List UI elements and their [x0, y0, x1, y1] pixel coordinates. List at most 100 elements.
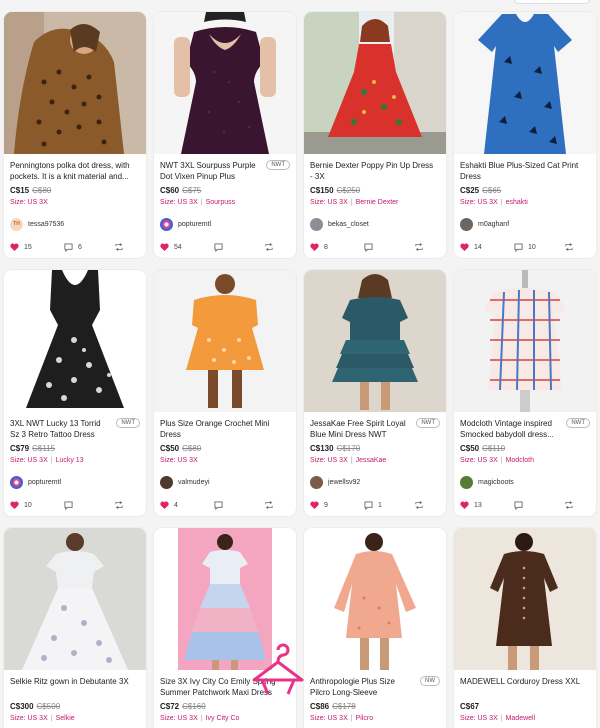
listing-card[interactable]: Modcloth Vintage inspired Smocked babydo…: [454, 270, 596, 516]
listing-card[interactable]: Anthropologie Plus Size Pilcro Long-Slee…: [304, 528, 446, 728]
sort-pill[interactable]: [514, 0, 590, 4]
listing-image[interactable]: [454, 270, 596, 412]
listing-price: C$79: [10, 444, 30, 453]
listing-size[interactable]: Size: US 3X: [310, 199, 348, 206]
listing-image[interactable]: [4, 12, 146, 154]
listing-title[interactable]: Penningtons polka dot dress, with pocket…: [10, 160, 140, 182]
like-button[interactable]: 10: [10, 501, 64, 509]
listing-card[interactable]: JessaKae Free Spirit Loyal Blue Mini Dre…: [304, 270, 446, 516]
listing-brand[interactable]: Bernie Dexter: [356, 199, 399, 206]
seller-name[interactable]: valmudeyi: [178, 479, 210, 486]
listing-image[interactable]: [4, 270, 146, 412]
comment-button[interactable]: [514, 500, 564, 510]
comment-icon: [364, 500, 373, 510]
comment-button[interactable]: [364, 242, 414, 252]
listing-size[interactable]: Size: US 3X: [310, 715, 348, 722]
avatar[interactable]: [10, 475, 23, 489]
listing-size[interactable]: Size: US 3X: [160, 715, 198, 722]
avatar[interactable]: [160, 475, 173, 489]
seller-name[interactable]: bekas_closet: [328, 221, 369, 228]
listing-brand[interactable]: Modcloth: [506, 457, 534, 464]
avatar[interactable]: [160, 217, 173, 231]
listing-card[interactable]: MADEWELL Corduroy Dress XXL C$67 Size: U…: [454, 528, 596, 728]
listing-image[interactable]: [154, 12, 296, 154]
listing-original-price: C$500: [36, 702, 61, 711]
share-button[interactable]: [414, 501, 424, 509]
listing-size[interactable]: Size: US 3X: [10, 715, 48, 722]
meta-separator: |: [350, 457, 353, 464]
listing-title[interactable]: Eshakti Blue Plus-Sized Cat Print Dress: [460, 160, 590, 182]
listing-image[interactable]: [304, 12, 446, 154]
listing-size[interactable]: Size: US 3X: [160, 457, 198, 464]
like-button[interactable]: 15: [10, 243, 64, 251]
listing-brand[interactable]: Selkie: [56, 715, 75, 722]
listing-card[interactable]: Eshakti Blue Plus-Sized Cat Print Dress …: [454, 12, 596, 258]
like-button[interactable]: 13: [460, 501, 514, 509]
listing-image[interactable]: [454, 528, 596, 670]
listing-size[interactable]: Size: US 3X: [460, 715, 498, 722]
listing-title[interactable]: Plus Size Orange Crochet Mini Dress: [160, 418, 290, 440]
avatar[interactable]: [460, 475, 473, 489]
meta-separator: |: [50, 715, 53, 722]
listing-card[interactable]: Penningtons polka dot dress, with pocket…: [4, 12, 146, 258]
listing-image[interactable]: [154, 270, 296, 412]
listing-size[interactable]: Size: US 3X: [10, 199, 48, 206]
listing-size[interactable]: Size: US 3X: [10, 457, 48, 464]
listing-title[interactable]: Selkie Ritz gown in Debutante 3X: [10, 676, 140, 698]
listing-size[interactable]: Size: US 3X: [160, 199, 198, 206]
share-button[interactable]: [264, 501, 274, 509]
listing-brand[interactable]: eshakti: [506, 199, 528, 206]
share-button[interactable]: [564, 501, 574, 509]
seller-name[interactable]: popturemtl: [178, 221, 211, 228]
listing-card[interactable]: 3XL NWT Lucky 13 Torrid Sz 3 Retro Tatto…: [4, 270, 146, 516]
listing-image[interactable]: [304, 528, 446, 670]
share-button[interactable]: [414, 243, 424, 251]
share-button[interactable]: [264, 243, 274, 251]
listing-brand[interactable]: Pilcro: [356, 715, 374, 722]
listing-brand[interactable]: Lucky 13: [56, 457, 84, 464]
like-button[interactable]: 14: [460, 243, 514, 251]
listing-card[interactable]: Selkie Ritz gown in Debutante 3X C$300 C$…: [4, 528, 146, 728]
comment-button[interactable]: [214, 242, 264, 252]
share-button[interactable]: [114, 243, 124, 251]
listing-card[interactable]: Bernie Dexter Poppy Pin Up Dress - 3X C$…: [304, 12, 446, 258]
listing-image[interactable]: [4, 528, 146, 670]
listing-size[interactable]: Size: US 3X: [310, 457, 348, 464]
listing-brand[interactable]: JessaKae: [356, 457, 387, 464]
listing-image[interactable]: [304, 270, 446, 412]
avatar[interactable]: [460, 217, 473, 231]
listing-title[interactable]: MADEWELL Corduroy Dress XXL: [460, 676, 590, 698]
meta-separator: |: [350, 199, 353, 206]
listing-brand[interactable]: Sourpuss: [206, 199, 236, 206]
like-count: 10: [24, 501, 32, 509]
share-button[interactable]: [564, 243, 574, 251]
comment-button[interactable]: [214, 500, 264, 510]
listing-image[interactable]: [454, 12, 596, 154]
seller-name[interactable]: magicboots: [478, 479, 514, 486]
like-button[interactable]: 4: [160, 501, 214, 509]
seller-name[interactable]: popturemtl: [28, 479, 61, 486]
comment-button[interactable]: 10: [514, 242, 564, 252]
comment-button[interactable]: 1: [364, 500, 414, 510]
seller-name[interactable]: jewellsv92: [328, 479, 360, 486]
listing-size[interactable]: Size: US 3X: [460, 199, 498, 206]
listing-card[interactable]: Plus Size Orange Crochet Mini Dress C$50…: [154, 270, 296, 516]
listing-price: C$150: [310, 186, 334, 195]
listing-brand[interactable]: Ivy City Co: [206, 715, 240, 722]
avatar[interactable]: [310, 217, 323, 231]
listing-size[interactable]: Size: US 3X: [460, 457, 498, 464]
like-button[interactable]: 8: [310, 243, 364, 251]
seller-name[interactable]: tessa97536: [28, 221, 64, 228]
avatar[interactable]: TH: [10, 217, 23, 231]
avatar[interactable]: [310, 475, 323, 489]
seller-name[interactable]: m0aghanf: [478, 221, 509, 228]
comment-button[interactable]: [64, 500, 114, 510]
share-button[interactable]: [114, 501, 124, 509]
like-count: 8: [324, 243, 328, 251]
like-button[interactable]: 9: [310, 501, 364, 509]
comment-button[interactable]: 6: [64, 242, 114, 252]
listing-title[interactable]: Bernie Dexter Poppy Pin Up Dress - 3X: [310, 160, 440, 182]
listing-brand[interactable]: Madewell: [506, 715, 536, 722]
listing-card[interactable]: NWT 3XL Sourpuss Purple Dot Vixen Pinup …: [154, 12, 296, 258]
like-button[interactable]: 54: [160, 243, 214, 251]
